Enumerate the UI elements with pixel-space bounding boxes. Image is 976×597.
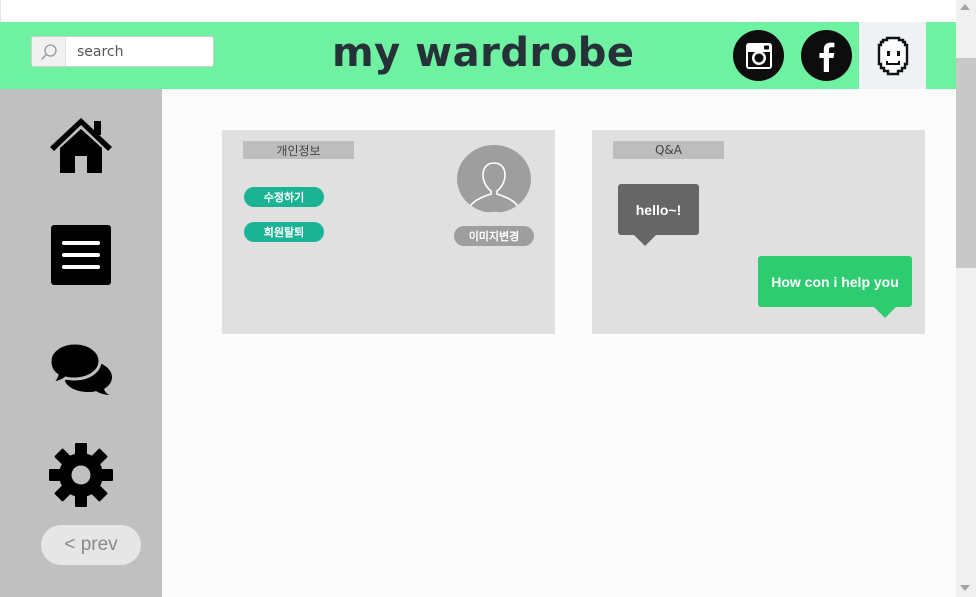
outgoing-message: How con i help you bbox=[758, 256, 912, 318]
search-input[interactable] bbox=[66, 37, 206, 66]
prev-button[interactable]: < prev bbox=[41, 525, 141, 565]
instagram-icon[interactable] bbox=[733, 30, 784, 81]
incoming-message: hello~! bbox=[618, 184, 699, 246]
scroll-down-arrow-icon[interactable] bbox=[960, 585, 970, 591]
scrollbar[interactable] bbox=[956, 0, 976, 597]
search-box bbox=[31, 36, 214, 67]
search-icon[interactable] bbox=[32, 37, 66, 66]
top-strip bbox=[0, 0, 956, 22]
page-title: my wardrobe bbox=[332, 30, 635, 76]
chat-bubbles-icon[interactable] bbox=[48, 334, 114, 400]
profile-card-title: 개인정보 bbox=[243, 141, 354, 159]
home-icon[interactable] bbox=[48, 112, 114, 178]
pixel-face-icon bbox=[877, 36, 908, 75]
profile-card: 개인정보 수정하기 회원탈퇴 이미지변경 bbox=[222, 130, 555, 334]
withdraw-button[interactable]: 회원탈퇴 bbox=[244, 222, 324, 242]
app-root: my wardrobe bbox=[0, 0, 976, 597]
edit-profile-button[interactable]: 수정하기 bbox=[244, 187, 324, 207]
avatar[interactable] bbox=[859, 22, 926, 89]
gear-icon[interactable] bbox=[48, 442, 114, 508]
profile-photo bbox=[457, 145, 531, 213]
scroll-up-arrow-icon[interactable] bbox=[960, 4, 970, 10]
header-bar: my wardrobe bbox=[0, 22, 956, 89]
qa-card-title: Q&A bbox=[613, 141, 724, 159]
qa-card: Q&A hello~! How con i help you bbox=[592, 130, 925, 334]
scroll-thumb[interactable] bbox=[956, 58, 976, 268]
change-image-button[interactable]: 이미지변경 bbox=[454, 226, 534, 246]
sidebar: < prev bbox=[0, 89, 162, 597]
user-silhouette-icon bbox=[470, 162, 518, 213]
menu-icon[interactable] bbox=[48, 222, 114, 288]
facebook-icon[interactable] bbox=[801, 30, 852, 81]
